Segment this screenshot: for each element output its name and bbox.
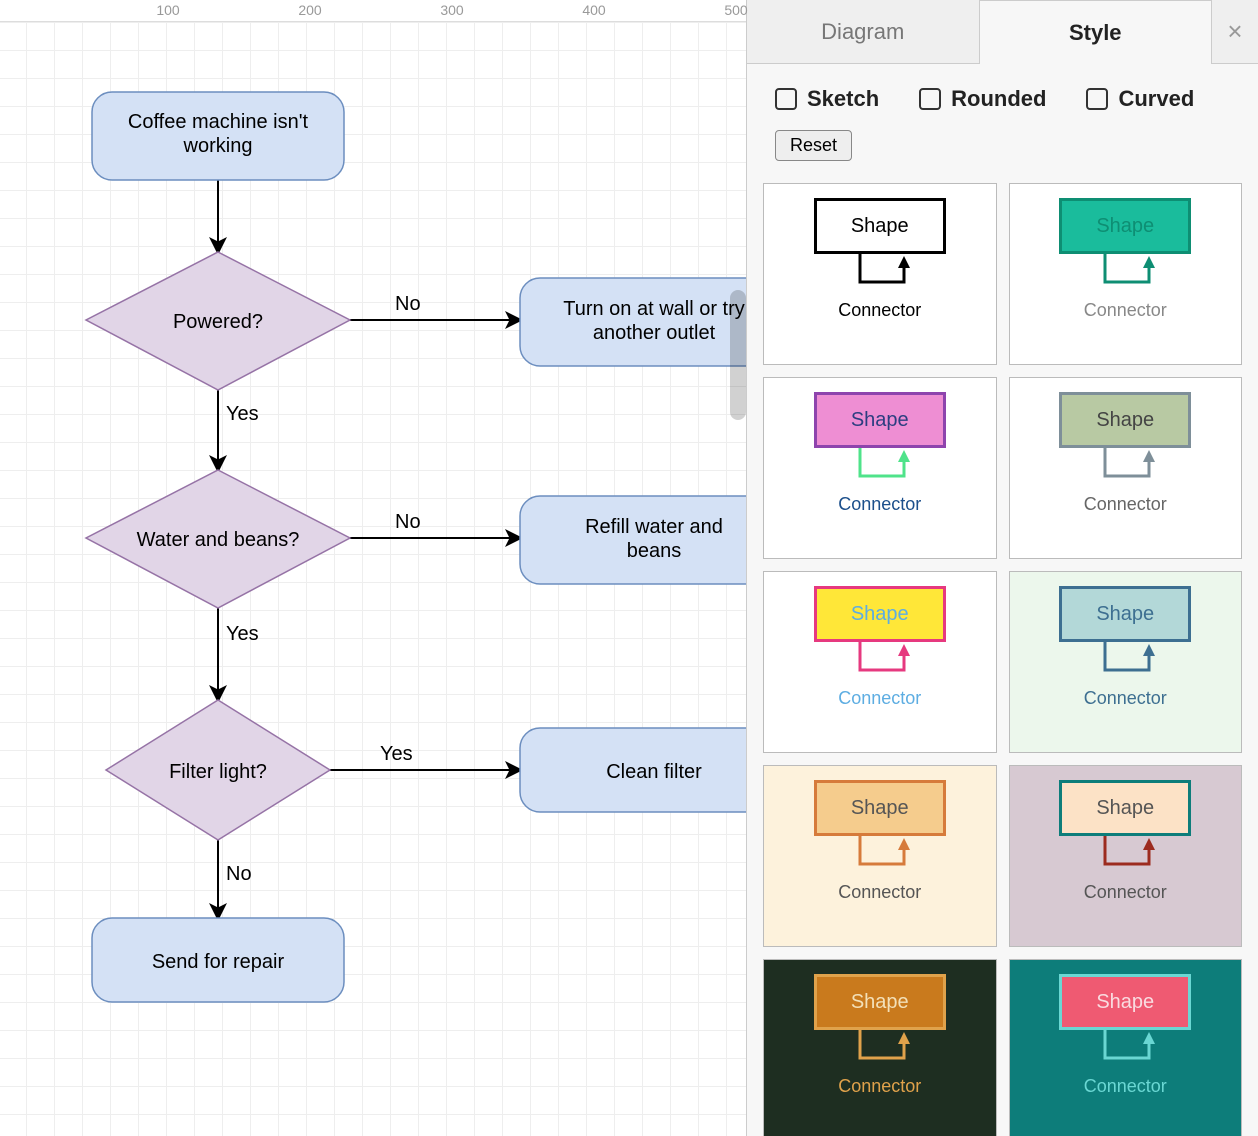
node-start[interactable]: Coffee machine isn'tworking xyxy=(92,92,344,180)
swatch-connector-label: Connector xyxy=(838,1076,921,1097)
edge-water-yes[interactable]: Yes xyxy=(218,608,259,700)
swatch-connector-icon xyxy=(830,254,930,298)
close-panel-button[interactable]: × xyxy=(1212,0,1258,64)
ruler-tick: 300 xyxy=(440,2,463,18)
panel-tabs: Diagram Style × xyxy=(747,0,1258,64)
checkbox-label: Rounded xyxy=(951,86,1046,112)
swatch-connector-label: Connector xyxy=(838,688,921,709)
edge-powered-no[interactable]: No xyxy=(350,293,520,320)
reset-button[interactable]: Reset xyxy=(775,130,852,161)
style-options: Sketch Rounded Curved Reset xyxy=(747,64,1258,183)
svg-text:Yes: Yes xyxy=(380,743,413,765)
ruler-tick: 500 xyxy=(724,2,747,18)
svg-text:Send for repair: Send for repair xyxy=(152,951,285,973)
swatch-shape: Shape xyxy=(814,974,946,1030)
swatch-shape: Shape xyxy=(1059,586,1191,642)
swatch-connector-icon xyxy=(1075,836,1175,880)
style-swatches: Shape Connector Shape Connector Shape Co… xyxy=(747,183,1258,1136)
style-swatch-6[interactable]: Shape Connector xyxy=(763,765,997,947)
node-clean[interactable]: Clean filter xyxy=(520,728,746,812)
checkbox-box-icon xyxy=(1086,88,1108,110)
style-swatch-4[interactable]: Shape Connector xyxy=(763,571,997,753)
swatch-shape: Shape xyxy=(814,198,946,254)
style-swatch-5[interactable]: Shape Connector xyxy=(1009,571,1243,753)
svg-text:Filter light?: Filter light? xyxy=(169,761,267,783)
style-swatch-9[interactable]: Shape Connector xyxy=(1009,959,1243,1136)
swatch-shape: Shape xyxy=(1059,974,1191,1030)
edge-powered-yes[interactable]: Yes xyxy=(218,390,259,470)
node-water[interactable]: Water and beans? xyxy=(86,470,350,608)
swatch-shape: Shape xyxy=(1059,392,1191,448)
swatch-connector-icon xyxy=(1075,1030,1175,1074)
style-swatch-0[interactable]: Shape Connector xyxy=(763,183,997,365)
checkbox-label: Curved xyxy=(1118,86,1194,112)
swatch-connector-label: Connector xyxy=(1084,882,1167,903)
flowchart-svg: No Yes No Yes Yes No xyxy=(0,0,746,1136)
swatch-shape: Shape xyxy=(1059,198,1191,254)
swatch-shape: Shape xyxy=(814,392,946,448)
swatch-connector-icon xyxy=(1075,642,1175,686)
style-swatch-3[interactable]: Shape Connector xyxy=(1009,377,1243,559)
svg-text:No: No xyxy=(226,863,252,885)
style-swatch-2[interactable]: Shape Connector xyxy=(763,377,997,559)
svg-text:Yes: Yes xyxy=(226,623,259,645)
node-filter[interactable]: Filter light? xyxy=(106,700,330,840)
swatch-connector-label: Connector xyxy=(1084,300,1167,321)
swatch-shape: Shape xyxy=(814,780,946,836)
node-outlet[interactable]: Turn on at wall or tryanother outlet xyxy=(520,278,746,366)
ruler-tick: 200 xyxy=(298,2,321,18)
tab-diagram[interactable]: Diagram xyxy=(747,0,979,64)
swatch-connector-icon xyxy=(830,836,930,880)
diagram-canvas[interactable]: 100 200 300 400 500 No Yes No xyxy=(0,0,746,1136)
swatch-shape: Shape xyxy=(1059,780,1191,836)
swatch-connector-icon xyxy=(830,642,930,686)
checkbox-box-icon xyxy=(919,88,941,110)
svg-text:Powered?: Powered? xyxy=(173,311,263,333)
ruler-tick: 100 xyxy=(156,2,179,18)
svg-text:No: No xyxy=(395,293,421,315)
swatch-connector-icon xyxy=(1075,448,1175,492)
style-swatch-7[interactable]: Shape Connector xyxy=(1009,765,1243,947)
swatch-connector-icon xyxy=(1075,254,1175,298)
edge-filter-yes[interactable]: Yes xyxy=(330,743,520,770)
tab-style[interactable]: Style xyxy=(979,0,1213,64)
edge-water-no[interactable]: No xyxy=(350,511,520,538)
swatch-connector-label: Connector xyxy=(838,882,921,903)
style-swatch-8[interactable]: Shape Connector xyxy=(763,959,997,1136)
checkbox-label: Sketch xyxy=(807,86,879,112)
svg-text:No: No xyxy=(395,511,421,533)
ruler-tick: 400 xyxy=(582,2,605,18)
swatch-connector-icon xyxy=(830,448,930,492)
checkbox-sketch[interactable]: Sketch xyxy=(775,86,879,112)
node-powered[interactable]: Powered? xyxy=(86,252,350,390)
svg-text:Clean filter: Clean filter xyxy=(606,761,702,783)
swatch-connector-label: Connector xyxy=(838,494,921,515)
node-repair[interactable]: Send for repair xyxy=(92,918,344,1002)
svg-text:Yes: Yes xyxy=(226,403,259,425)
style-swatch-1[interactable]: Shape Connector xyxy=(1009,183,1243,365)
canvas-scrollbar[interactable] xyxy=(730,290,746,420)
ruler-horizontal: 100 200 300 400 500 xyxy=(0,0,746,22)
checkbox-curved[interactable]: Curved xyxy=(1086,86,1194,112)
swatch-connector-label: Connector xyxy=(838,300,921,321)
side-panel: Diagram Style × Sketch Rounded Curved Re… xyxy=(746,0,1258,1136)
swatch-connector-label: Connector xyxy=(1084,688,1167,709)
swatch-connector-label: Connector xyxy=(1084,1076,1167,1097)
swatch-connector-icon xyxy=(830,1030,930,1074)
swatch-connector-label: Connector xyxy=(1084,494,1167,515)
svg-text:Water and beans?: Water and beans? xyxy=(137,529,300,551)
edge-filter-no[interactable]: No xyxy=(218,840,252,918)
node-refill[interactable]: Refill water andbeans xyxy=(520,496,746,584)
checkbox-box-icon xyxy=(775,88,797,110)
swatch-shape: Shape xyxy=(814,586,946,642)
checkbox-rounded[interactable]: Rounded xyxy=(919,86,1046,112)
